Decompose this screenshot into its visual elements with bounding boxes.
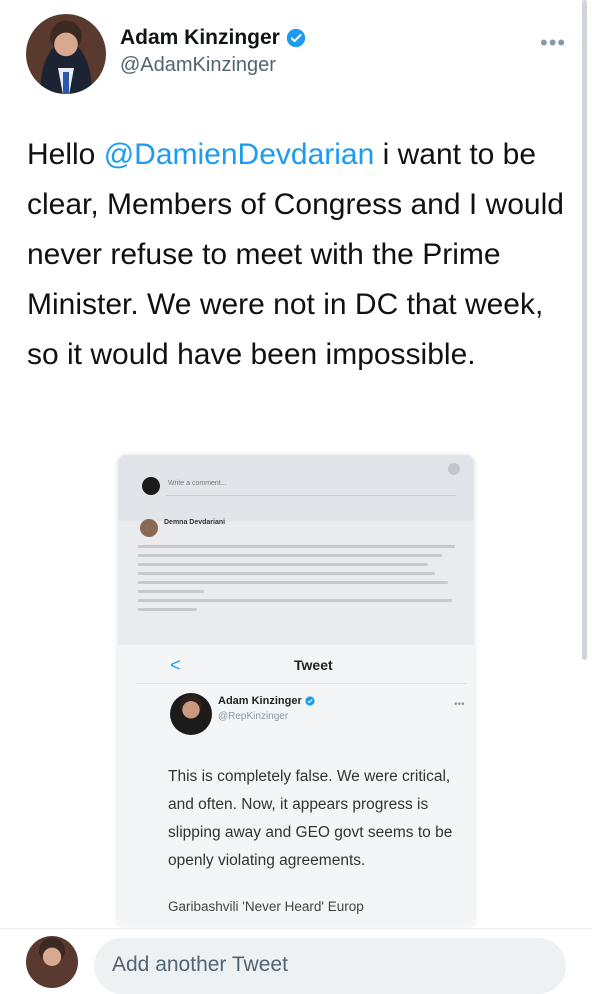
tweet-text: Hello @DamienDevdarian i want to be clea… — [27, 130, 567, 380]
add-another-tweet-placeholder: Add another Tweet — [112, 953, 288, 976]
more-options-icon[interactable]: ••• — [540, 30, 566, 56]
facebook-avatar-icon — [142, 477, 160, 495]
reply-avatar — [26, 936, 78, 988]
quoted-verified-icon — [305, 696, 315, 706]
back-chevron-icon: < — [170, 655, 181, 675]
quoted-author-avatar — [170, 693, 212, 735]
author-avatar[interactable] — [26, 14, 106, 94]
commenter-avatar — [140, 519, 158, 537]
quoted-tweet-text: This is completely false. We were critic… — [168, 768, 453, 869]
tweet-mention-link[interactable]: @DamienDevdarian — [104, 138, 375, 171]
tweet-body: i want to be clear, Members of Congress … — [27, 138, 564, 371]
facebook-write-comment: Write a comment... — [168, 480, 227, 487]
quoted-author-name-text: Adam Kinzinger — [218, 695, 302, 707]
facebook-emoji-icon — [448, 463, 460, 475]
commenter-name: Demna Devdariani — [164, 519, 226, 526]
comment-text-blur — [138, 545, 468, 617]
phone-tweet-screen: < Tweet Adam Kinzinger @RepKinzinger •••… — [118, 645, 474, 925]
quoted-author-name: Adam Kinzinger — [218, 695, 315, 707]
author-name-block: Adam Kinzinger @AdamKinzinger — [120, 26, 306, 77]
header-divider — [136, 683, 466, 684]
quoted-more-icon: ••• — [454, 699, 465, 710]
facebook-comment-bar: Write a comment... — [118, 455, 474, 521]
quoted-headline: Garibashvili 'Never Heard' Europ — [168, 899, 364, 914]
tweet-greeting: Hello — [27, 138, 104, 171]
author-handle[interactable]: @AdamKinzinger — [120, 54, 306, 77]
author-display-name[interactable]: Adam Kinzinger — [120, 26, 306, 50]
verified-badge-icon — [286, 28, 306, 48]
screen-title: Tweet — [294, 657, 333, 673]
scrollbar[interactable] — [582, 0, 587, 660]
tweet-attached-image[interactable]: Write a comment... Demna Devdariani < Tw… — [118, 455, 474, 925]
quoted-author-handle: @RepKinzinger — [218, 711, 289, 722]
avatar-tie — [63, 72, 69, 94]
author-display-name-text: Adam Kinzinger — [120, 26, 280, 49]
facebook-input-underline — [166, 495, 456, 496]
